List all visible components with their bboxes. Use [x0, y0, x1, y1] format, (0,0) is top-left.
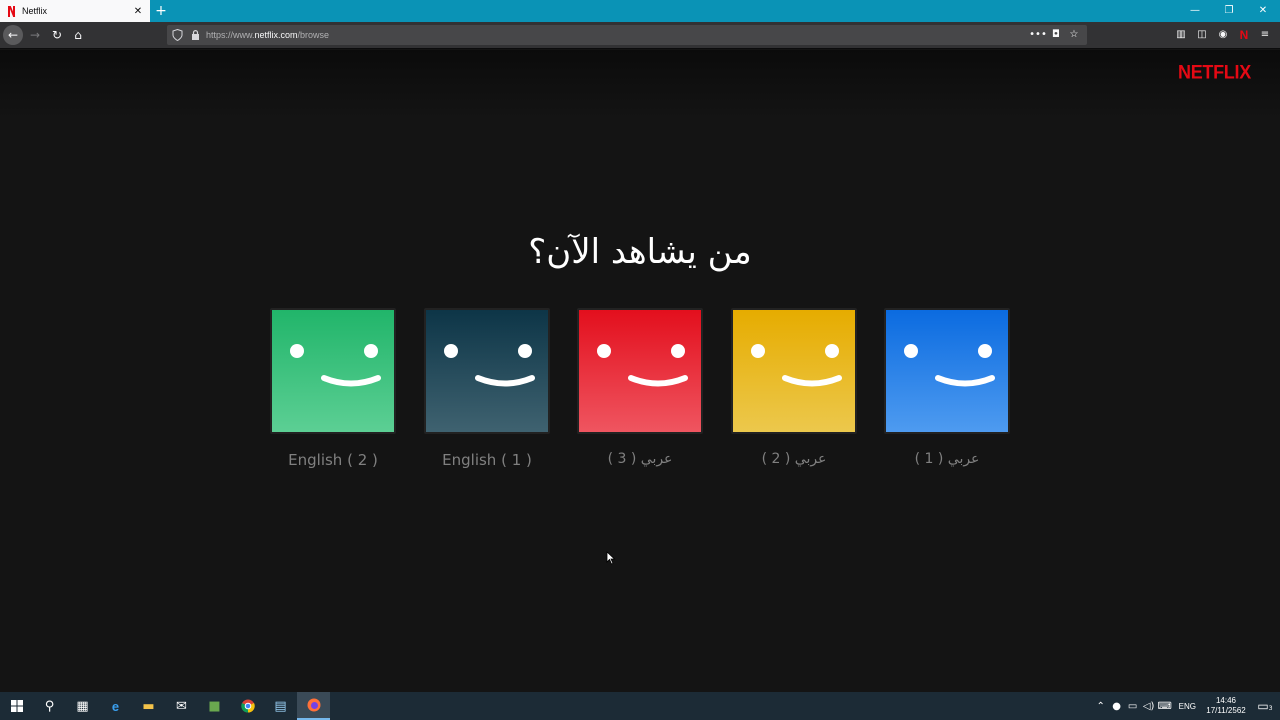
taskbar: ⚲ ▦ e ▬ ✉ ■ ▤ ⌃ ● ▭ ◁) ⌨ ENG 14:46 17/11…: [0, 692, 1280, 720]
mouse-cursor-icon: [606, 551, 616, 565]
profile-item[interactable]: عربي ( 1 ): [884, 308, 1010, 467]
language-indicator[interactable]: ENG: [1179, 702, 1196, 711]
netflix-favicon-icon: [8, 5, 16, 17]
url-actions: ••• ◘ ☆: [1029, 25, 1083, 45]
forward-button[interactable]: →: [25, 25, 45, 45]
system-tray: ⌃ ● ▭ ◁) ⌨ ENG 14:46 17/11/2562 ▭3: [1093, 692, 1280, 720]
back-button[interactable]: ←: [3, 25, 23, 45]
page-content: NETFLIX من يشاهد الآن؟ English ( 2 ) Eng…: [0, 50, 1280, 692]
tracking-shield-icon[interactable]: [172, 29, 183, 41]
chrome-logo-icon: [240, 699, 255, 713]
page-actions-icon[interactable]: •••: [1029, 25, 1047, 45]
netflix-logo[interactable]: NETFLIX: [1178, 61, 1251, 84]
start-button[interactable]: [0, 692, 33, 720]
url-host: netflix.com: [254, 30, 298, 40]
avatar[interactable]: [731, 308, 857, 434]
home-button[interactable]: ⌂: [68, 25, 88, 45]
tab-title: Netflix: [22, 6, 48, 16]
new-tab-button[interactable]: +: [152, 2, 170, 20]
language-icon[interactable]: ⌨: [1157, 701, 1173, 712]
navigation-toolbar: ← → ↻ ⌂ https://www.netflix.com/browse •…: [0, 22, 1280, 49]
chrome-icon[interactable]: [231, 692, 264, 720]
close-window-button[interactable]: ✕: [1246, 0, 1280, 22]
profile-name[interactable]: English ( 1 ): [424, 451, 550, 469]
tab-netflix[interactable]: Netflix ✕: [0, 0, 150, 22]
reload-button[interactable]: ↻: [47, 25, 67, 45]
netflix-extension-icon[interactable]: N: [1235, 25, 1253, 45]
profile-item[interactable]: English ( 1 ): [424, 308, 550, 469]
smiley-avatar-icon: [579, 310, 701, 432]
minimize-button[interactable]: —: [1178, 0, 1212, 22]
windows-logo-icon: [10, 700, 23, 712]
network-icon[interactable]: ▭: [1125, 701, 1141, 712]
microphone-icon[interactable]: ●: [1109, 701, 1125, 712]
tray-overflow-icon[interactable]: ⌃: [1093, 701, 1109, 712]
avatar[interactable]: [424, 308, 550, 434]
sidebar-icon[interactable]: ◫: [1193, 25, 1211, 45]
smiley-avatar-icon: [886, 310, 1008, 432]
profile-list: English ( 2 ) English ( 1 ) عربي (3) ع…: [270, 308, 1010, 478]
avatar[interactable]: [577, 308, 703, 434]
notification-center-icon[interactable]: ▭3: [1250, 699, 1280, 713]
page-title: من يشاهد الآن؟: [528, 232, 752, 272]
avatar[interactable]: [884, 308, 1010, 434]
firefox-logo-icon: [307, 698, 320, 712]
avatar[interactable]: [270, 308, 396, 434]
library-icon[interactable]: ▥: [1172, 25, 1190, 45]
profile-name[interactable]: عربي ( 3 ): [577, 451, 703, 467]
page-header: NETFLIX: [0, 50, 1280, 120]
profile-name[interactable]: عربي ( 2 ): [731, 451, 857, 467]
tab-close-icon[interactable]: ✕: [130, 6, 146, 17]
profile-item[interactable]: English ( 2 ): [270, 308, 396, 469]
pocket-icon[interactable]: ◘: [1047, 25, 1065, 45]
clock[interactable]: 14:46 17/11/2562: [1202, 696, 1250, 716]
edge-browser-icon[interactable]: e: [99, 692, 132, 720]
firefox-icon[interactable]: [297, 692, 330, 720]
clock-date: 17/11/2562: [1206, 706, 1246, 715]
tab-strip: Netflix ✕ + — ❐ ✕: [0, 0, 1280, 22]
lock-icon[interactable]: [191, 30, 200, 40]
clock-time: 14:46: [1215, 696, 1237, 705]
profile-item[interactable]: عربي ( 2 ): [731, 308, 857, 467]
task-view-icon[interactable]: ▦: [66, 692, 99, 720]
restore-button[interactable]: ❐: [1212, 0, 1246, 22]
bookmark-star-icon[interactable]: ☆: [1065, 25, 1083, 45]
profile-name[interactable]: English ( 2 ): [270, 451, 396, 469]
window-controls: — ❐ ✕: [1178, 0, 1280, 22]
profile-item[interactable]: عربي ( 3 ): [577, 308, 703, 467]
smiley-avatar-icon: [272, 310, 394, 432]
account-icon[interactable]: ◉: [1214, 25, 1232, 45]
minecraft-icon[interactable]: ■: [198, 692, 231, 720]
profile-name[interactable]: عربي ( 1 ): [884, 451, 1010, 467]
url-prefix: https://www.: [206, 30, 255, 40]
search-icon[interactable]: ⚲: [33, 692, 66, 720]
url-text[interactable]: https://www.netflix.com/browse: [206, 25, 329, 45]
url-path: /browse: [297, 30, 330, 40]
mail-icon[interactable]: ✉: [165, 692, 198, 720]
menu-icon[interactable]: ≡: [1256, 25, 1274, 45]
smiley-avatar-icon: [426, 310, 548, 432]
volume-icon[interactable]: ◁): [1141, 701, 1157, 712]
notification-count: 3: [1268, 705, 1273, 712]
url-bar[interactable]: https://www.netflix.com/browse ••• ◘ ☆: [167, 25, 1087, 45]
toolbar-right: ▥ ◫ ◉ N ≡: [1172, 25, 1274, 45]
file-explorer-icon[interactable]: ▬: [132, 692, 165, 720]
notepad-icon[interactable]: ▤: [264, 692, 297, 720]
smiley-avatar-icon: [733, 310, 855, 432]
